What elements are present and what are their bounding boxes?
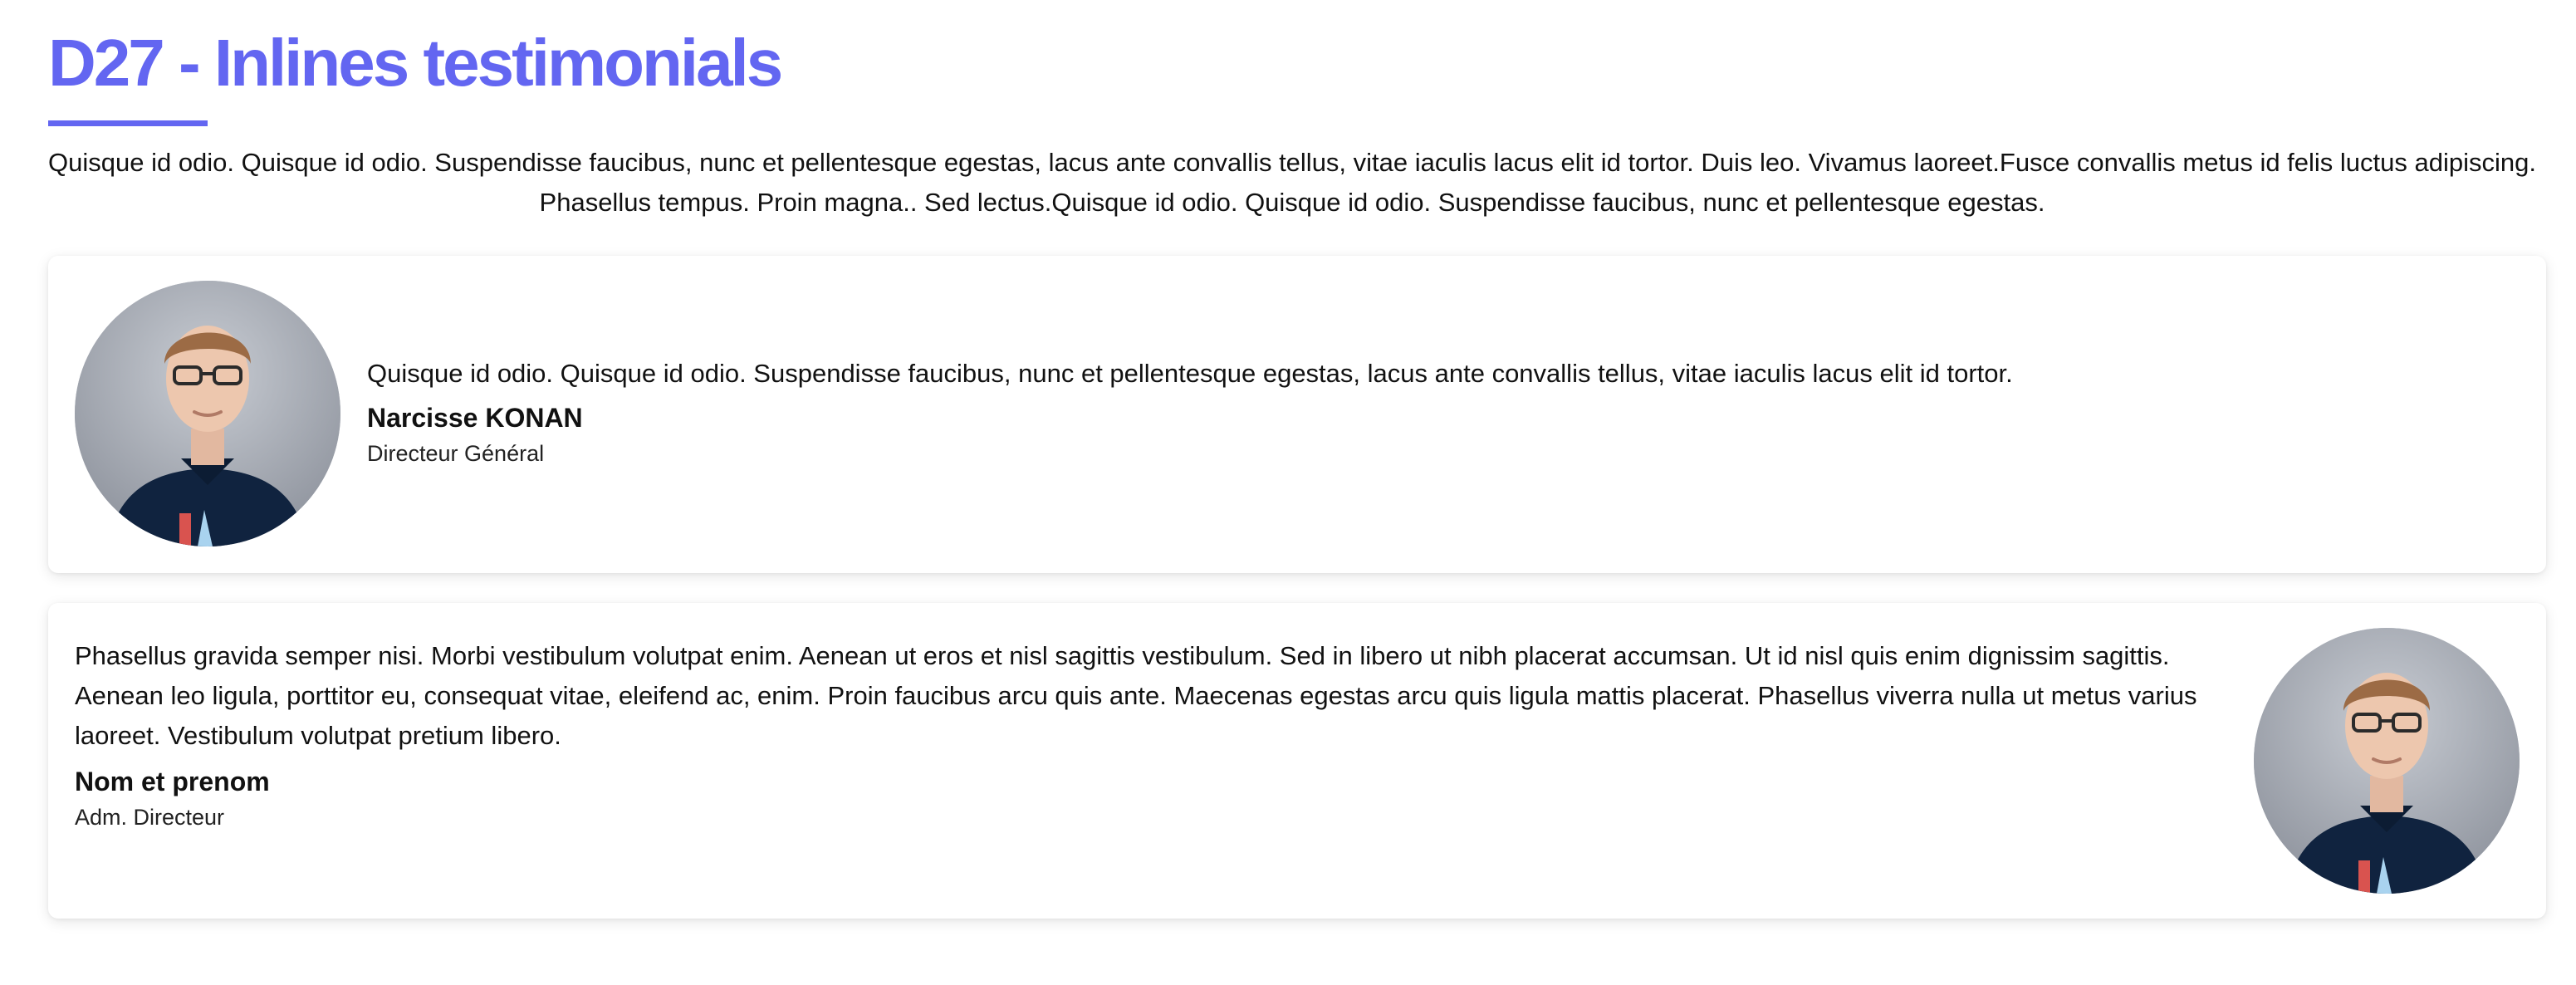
intro-text: Quisque id odio. Quisque id odio. Suspen… [48,148,2536,217]
testimonial-role: Adm. Directeur [75,805,225,830]
testimonial-name: Nom et prenom [75,767,270,796]
page-title: D27 - Inlines testimonials [48,26,783,100]
page: D27 - Inlines testimonials Quisque id od… [0,0,2576,985]
testimonial-content: Quisque id odio. Quisque id odio. Suspen… [367,354,2510,470]
person-portrait-icon [2254,628,2520,894]
title-underline [48,120,208,126]
testimonial-quote-paragraph: Phasellus gravida semper nisi. Morbi ves… [75,641,2170,670]
avatar [2254,628,2520,894]
testimonial-card: Quisque id odio. Quisque id odio. Suspen… [48,256,2546,573]
testimonial-quote-paragraph: Aenean leo ligula, porttitor eu, consequ… [75,681,2197,750]
testimonial-name: Narcisse KONAN [367,403,583,433]
avatar [75,281,340,546]
testimonial-role: Directeur Général [367,441,545,466]
testimonial-content: Phasellus gravida semper nisi. Morbi ves… [75,636,2234,834]
testimonial-card: Phasellus gravida semper nisi. Morbi ves… [48,603,2546,919]
person-portrait-icon [75,281,340,546]
testimonial-quote: Quisque id odio. Quisque id odio. Suspen… [367,359,2013,388]
